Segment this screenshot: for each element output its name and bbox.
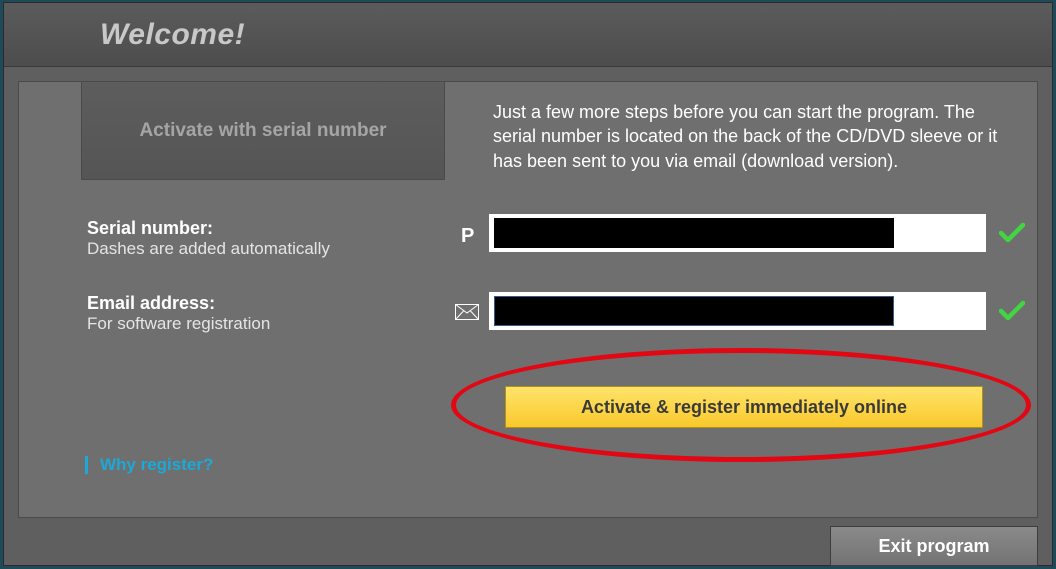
email-redacted: [494, 296, 894, 326]
email-label-block: Email address: For software registration: [87, 293, 270, 334]
serial-label-block: Serial number: Dashes are added automati…: [87, 218, 330, 259]
serial-prefix: P: [461, 225, 474, 248]
link-bar-icon: [85, 456, 88, 474]
exit-program-button[interactable]: Exit program: [830, 526, 1038, 566]
serial-sublabel: Dashes are added automatically: [87, 239, 330, 259]
serial-redacted: [494, 218, 894, 248]
window-header: Welcome!: [4, 3, 1052, 67]
envelope-icon: [455, 304, 479, 325]
checkmark-icon: [999, 222, 1025, 249]
instruction-text: Just a few more steps before you can sta…: [493, 100, 1021, 173]
content-panel: Activate with serial number Just a few m…: [18, 81, 1038, 518]
page-title: Welcome!: [100, 18, 245, 52]
checkmark-icon: [999, 300, 1025, 327]
serial-label: Serial number:: [87, 218, 330, 239]
tab-activate-serial[interactable]: Activate with serial number: [81, 82, 445, 180]
why-register-link[interactable]: Why register?: [85, 455, 213, 475]
why-register-label: Why register?: [100, 455, 213, 475]
activation-window: Welcome! Activate with serial number Jus…: [3, 2, 1053, 566]
tab-label: Activate with serial number: [139, 120, 386, 142]
activate-button-label: Activate & register immediately online: [581, 397, 907, 418]
activate-register-button[interactable]: Activate & register immediately online: [505, 386, 983, 428]
email-sublabel: For software registration: [87, 314, 270, 334]
exit-button-label: Exit program: [878, 536, 989, 557]
email-label: Email address:: [87, 293, 270, 314]
